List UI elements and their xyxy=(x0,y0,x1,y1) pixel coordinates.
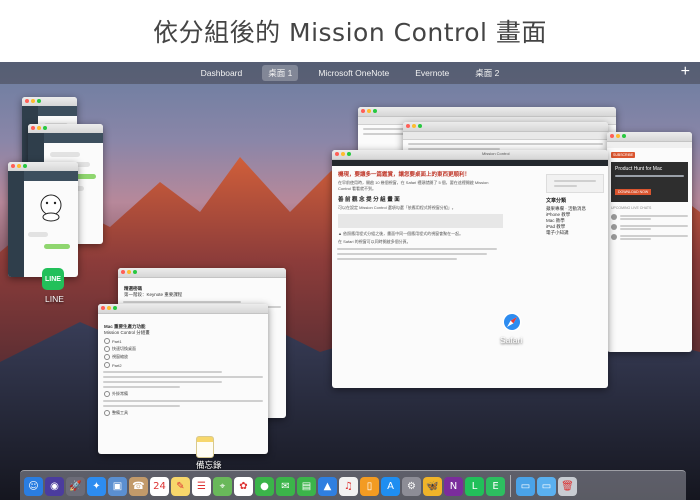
notes-check-2[interactable]: 快速切換桌面 xyxy=(104,346,262,352)
space-onenote[interactable]: Microsoft OneNote xyxy=(312,66,395,80)
dock: ☺ ◉ 🚀 ✦ ▣ ☎ 24 ✎ ☰ ⌖ ✿ ● ✉ ▤ ▲ ♫ ▯ A ⚙ 🦋 N L E ▭ ▭ 🗑 xyxy=(20,470,686,500)
notes-front-subtitle: Mission Control 分組畫 xyxy=(104,330,150,335)
sidebar-item-5[interactable]: 電子小知識 xyxy=(546,230,604,236)
ph-upcoming-label: UPCOMING LIVE CHATS xyxy=(611,206,652,210)
space-dashboard[interactable]: Dashboard xyxy=(195,66,249,80)
space-evernote[interactable]: Evernote xyxy=(409,66,455,80)
dock-trash-icon[interactable]: 🗑 xyxy=(558,476,577,496)
safari-tab-bar: Mission Control xyxy=(332,150,608,160)
safari-tab-title[interactable]: Mission Control xyxy=(482,151,510,156)
dock-downloads-folder-icon[interactable]: ▭ xyxy=(516,476,535,496)
dock-evernote-icon[interactable]: E xyxy=(486,476,505,496)
dock-itunes-icon[interactable]: ♫ xyxy=(339,476,358,496)
space-desktop-1[interactable]: 桌面 1 xyxy=(262,65,299,81)
article-sidebar: 文章分類 蘋果專欄 · 活動消息 iPhone 教學 Mac 教學 iPad 教… xyxy=(546,174,604,236)
dock-calendar-icon[interactable]: 24 xyxy=(150,476,169,496)
dock-contacts-icon[interactable]: ☎ xyxy=(129,476,148,496)
ph-banner: Product Hunt for Mac DOWNLOAD NOW xyxy=(611,162,688,202)
notes-window-front[interactable]: Mac 重要生產力功能 Mission Control 分組畫 Part1 快速… xyxy=(98,304,268,454)
notes-app-icon[interactable] xyxy=(196,436,214,458)
dock-onenote-icon[interactable]: N xyxy=(444,476,463,496)
notes-check-6[interactable]: 整備工具 xyxy=(104,410,262,416)
safari-app-label: Safari xyxy=(500,335,523,345)
safari-main-window[interactable]: Mission Control 機現，要讓多一篇鑑賞，讓您要桌面上的東西更順利！… xyxy=(332,150,608,388)
dock-notes-icon[interactable]: ✎ xyxy=(171,476,190,496)
article-para-4: 在 Safari 的視窗可以同時開啟多個分頁。 xyxy=(338,239,411,244)
sticker-image xyxy=(40,194,62,222)
dock-system-preferences-icon[interactable]: ⚙ xyxy=(402,476,421,496)
title-band: 依分組後的 Mission Control 畫面 xyxy=(0,0,700,62)
spaces-bar: Dashboard 桌面 1 Microsoft OneNote Evernot… xyxy=(0,62,700,84)
dock-preview-icon[interactable]: ▣ xyxy=(108,476,127,496)
dock-finder-icon[interactable]: ☺ xyxy=(24,476,43,496)
notes-back-subtitle: 第一階段：Keynote 重要課程 xyxy=(124,292,183,297)
dock-siri-icon[interactable]: ◉ xyxy=(45,476,64,496)
dock-ibooks-icon[interactable]: ▯ xyxy=(360,476,379,496)
dock-safari-icon[interactable]: ✦ xyxy=(87,476,106,496)
ph-subscribe-button[interactable]: SUBSCRIBE xyxy=(611,152,636,158)
ph-title: Product Hunt for Mac xyxy=(615,166,663,172)
dock-photos-icon[interactable]: ✿ xyxy=(234,476,253,496)
dock-line-icon[interactable]: L xyxy=(465,476,484,496)
dock-keynote-icon[interactable]: ▲ xyxy=(318,476,337,496)
dock-launchpad-icon[interactable]: 🚀 xyxy=(66,476,85,496)
product-hunt-window[interactable]: SUBSCRIBE Product Hunt for Mac DOWNLOAD … xyxy=(607,132,692,352)
dock-reminders-icon[interactable]: ☰ xyxy=(192,476,211,496)
dock-numbers-icon[interactable]: ▤ xyxy=(297,476,316,496)
line-app-label: LINE xyxy=(45,294,64,304)
dock-documents-folder-icon[interactable]: ▭ xyxy=(537,476,556,496)
notes-check-3[interactable]: 視窗縮放 xyxy=(104,354,262,360)
article-para-1: 在早前使用時，開啟 10 幾個視窗，在 Safari 裡頭就開了 5 個，要在這… xyxy=(338,180,489,191)
dock-maps-icon[interactable]: ⌖ xyxy=(213,476,232,496)
article-para-3: ▲ 依照應用程式分組之後，畫面中同一個應用程式的視窗會聚在一起。 xyxy=(338,230,464,236)
sidebar-title: 文章分類 xyxy=(546,198,567,204)
line-window-front[interactable] xyxy=(8,162,78,277)
space-desktop-2[interactable]: 桌面 2 xyxy=(469,65,505,81)
add-space-button[interactable]: + xyxy=(681,63,690,81)
page-title: 依分組後的 Mission Control 畫面 xyxy=(153,18,547,47)
dock-app-store-icon[interactable]: A xyxy=(381,476,400,496)
notes-check-5[interactable]: 外掛常備 xyxy=(104,391,262,397)
dock-facetime-icon[interactable]: ● xyxy=(255,476,274,496)
article-para-2: 可以在設定 Mission Control 選項勾選「依應用程式將視窗分組」。 xyxy=(338,205,456,210)
dock-tes-icon[interactable]: 🦋 xyxy=(423,476,442,496)
line-app-icon[interactable]: LINE xyxy=(42,268,64,290)
dock-separator xyxy=(510,475,511,497)
mission-control-desktop: Dashboard 桌面 1 Microsoft OneNote Evernot… xyxy=(0,62,700,500)
notes-check-4[interactable]: Part2 xyxy=(104,362,262,368)
safari-app-icon[interactable] xyxy=(502,312,522,332)
notes-check-1[interactable]: Part1 xyxy=(104,338,262,344)
ph-download-button[interactable]: DOWNLOAD NOW xyxy=(615,189,652,195)
dock-messages-icon[interactable]: ✉ xyxy=(276,476,295,496)
